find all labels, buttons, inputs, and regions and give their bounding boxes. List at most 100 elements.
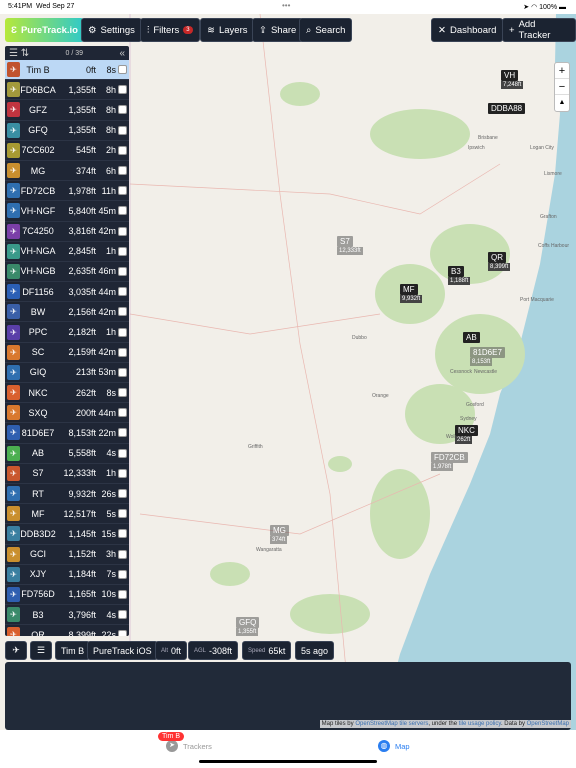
- tracker-checkbox[interactable]: [118, 347, 127, 357]
- settings-button[interactable]: ⚙ Settings: [81, 18, 142, 42]
- tracker-checkbox[interactable]: [118, 428, 127, 438]
- map-marker[interactable]: FD72CB 1,978ft: [431, 452, 468, 471]
- multitask-dots[interactable]: •••: [282, 1, 290, 10]
- tab-map[interactable]: ◍ Map: [378, 740, 410, 752]
- puretrack-logo-button[interactable]: Ɛ PureTrack.io: [5, 18, 84, 42]
- tracker-checkbox[interactable]: [118, 145, 127, 155]
- tracker-checkbox[interactable]: [118, 448, 127, 458]
- tracker-name: Tim B: [26, 64, 50, 75]
- tracker-checkbox[interactable]: [118, 105, 127, 115]
- map-marker[interactable]: AB: [463, 332, 480, 343]
- tracker-checkbox[interactable]: [118, 569, 127, 579]
- tracker-checkbox[interactable]: [118, 610, 127, 620]
- tracker-row[interactable]: ✈ DF1156 3,035ft 44m: [5, 282, 129, 303]
- tracker-checkbox[interactable]: [118, 509, 127, 519]
- tracker-checkbox[interactable]: [118, 307, 127, 317]
- tracker-row[interactable]: ✈ VH-NGA 2,845ft 1h: [5, 242, 129, 262]
- tracker-row[interactable]: ✈ 7C4250 3,816ft 42m: [5, 222, 129, 242]
- zoom-out-button[interactable]: −: [555, 79, 569, 95]
- tracker-row[interactable]: ✈ DDB3D2 1,145ft 15s: [5, 524, 129, 545]
- aircraft-icon: ✈: [7, 465, 20, 481]
- tracker-row[interactable]: ✈ GFQ 1,355ft 8h: [5, 121, 129, 141]
- tracker-row[interactable]: ✈ BW 2,156ft 42m: [5, 302, 129, 323]
- add-tracker-button[interactable]: + Add Tracker: [502, 18, 576, 42]
- map-marker[interactable]: MF 9,932ft: [400, 284, 423, 303]
- tracker-row[interactable]: ✈ SXQ 200ft 44m: [5, 403, 129, 424]
- tracker-checkbox[interactable]: [118, 549, 127, 559]
- tracker-checkbox[interactable]: [118, 246, 127, 256]
- tracker-row[interactable]: ✈ B3 3,796ft 4s: [5, 605, 129, 626]
- menu-icon[interactable]: ☰ ⇅: [9, 48, 29, 59]
- tracker-row[interactable]: ✈ FD72CB 1,978ft 11h: [5, 181, 129, 202]
- tracker-row[interactable]: ✈ 81D6E7 8,153ft 22m: [5, 423, 129, 444]
- place-label: Dubbo: [352, 335, 367, 341]
- tracker-checkbox[interactable]: [118, 65, 127, 75]
- map-marker[interactable]: S7 12,333ft: [337, 236, 363, 255]
- tracker-checkbox[interactable]: [118, 630, 127, 636]
- tracker-checkbox[interactable]: [118, 125, 127, 135]
- tracker-checkbox[interactable]: [118, 266, 127, 276]
- tracker-checkbox[interactable]: [118, 408, 127, 418]
- tracker-row[interactable]: ✈ NKC 262ft 8s: [5, 383, 129, 404]
- tracker-checkbox[interactable]: [118, 85, 127, 95]
- tracker-row[interactable]: ✈ FD756D 1,165ft 10s: [5, 585, 129, 606]
- tracker-age: 8h: [105, 125, 116, 136]
- collapse-icon[interactable]: «: [119, 48, 125, 59]
- tracker-checkbox[interactable]: [118, 226, 127, 236]
- aircraft-icon-button[interactable]: ✈: [5, 641, 27, 660]
- filters-button[interactable]: ⫶ Filters 3: [140, 18, 200, 42]
- map-marker[interactable]: NKC 262ft: [455, 425, 478, 444]
- tracker-row[interactable]: ✈ Tim B 0ft 8s: [5, 60, 129, 81]
- tracker-checkbox[interactable]: [118, 367, 127, 377]
- tracker-row[interactable]: ✈ S7 12,333ft 1h: [5, 464, 129, 484]
- share-button[interactable]: ⇪ Share: [252, 18, 304, 42]
- map-marker[interactable]: 81D6E7 8,153ft: [470, 347, 505, 366]
- tracker-name: DF1156: [22, 286, 54, 297]
- map-marker[interactable]: QR 8,399ft: [488, 252, 511, 271]
- tracker-checkbox[interactable]: [118, 166, 127, 176]
- tracker-row[interactable]: ✈ 7CC602 545ft 2h: [5, 141, 129, 161]
- tracker-row[interactable]: ✈ RT 9,932ft 26s: [5, 484, 129, 505]
- layers-button[interactable]: ≋ Layers: [200, 18, 255, 42]
- tracker-row[interactable]: ✈ MF 12,517ft 5s: [5, 504, 129, 525]
- aircraft-icon: ✈: [7, 385, 20, 401]
- tracker-row[interactable]: ✈ XJY 1,184ft 7s: [5, 565, 129, 585]
- tracker-row[interactable]: ✈ AB 5,558ft 4s: [5, 444, 129, 464]
- home-indicator[interactable]: [199, 760, 377, 763]
- tracker-checkbox[interactable]: [118, 186, 127, 196]
- tracker-row[interactable]: ✈ GIQ 213ft 53m: [5, 363, 129, 383]
- tracker-checkbox[interactable]: [118, 287, 127, 297]
- aircraft-icon: ✈: [7, 607, 20, 623]
- tracker-row[interactable]: ✈ GFZ 1,355ft 8h: [5, 100, 129, 121]
- map-marker[interactable]: VH 7,248ft: [501, 70, 524, 89]
- compass-button[interactable]: ▲: [555, 95, 569, 111]
- tracker-checkbox[interactable]: [118, 489, 127, 499]
- tracker-row[interactable]: ✈ QR 8,399ft 22s: [5, 625, 129, 636]
- map-marker[interactable]: DDBA88: [488, 103, 526, 114]
- map-marker[interactable]: B3 1,188ft: [448, 266, 471, 285]
- tracker-row[interactable]: ✈ VH-NGB 2,635ft 46m: [5, 262, 129, 283]
- dashboard-button[interactable]: ✕ Dashboard: [431, 18, 504, 42]
- tracker-row[interactable]: ✈ MG 374ft 6h: [5, 161, 129, 182]
- menu-button[interactable]: ☰: [30, 641, 52, 660]
- tracker-row[interactable]: ✈ GCI 1,152ft 3h: [5, 545, 129, 565]
- tracker-row[interactable]: ✈ SC 2,159ft 42m: [5, 343, 129, 363]
- tracker-row[interactable]: ✈ PPC 2,182ft 1h: [5, 322, 129, 343]
- tab-trackers[interactable]: ➤ Trackers Tim B: [158, 732, 212, 752]
- sort-icon[interactable]: ⇅: [21, 48, 29, 59]
- tracker-checkbox[interactable]: [118, 388, 127, 398]
- map-marker[interactable]: GFQ 1,355ft: [236, 617, 260, 636]
- tracker-checkbox[interactable]: [118, 468, 127, 478]
- map-marker[interactable]: MG 374ft: [270, 525, 289, 544]
- search-button[interactable]: ⌕ Search: [299, 18, 353, 42]
- tracker-row[interactable]: ✈ FD6BCA 1,355ft 8h: [5, 80, 129, 101]
- tracker-row[interactable]: ✈ VH-NGF 5,840ft 45m: [5, 201, 129, 222]
- aircraft-icon: ✈: [7, 506, 20, 522]
- zoom-in-button[interactable]: +: [555, 63, 569, 79]
- tracker-checkbox[interactable]: [118, 206, 127, 216]
- tracker-checkbox[interactable]: [118, 589, 127, 599]
- tracker-checkbox[interactable]: [118, 529, 127, 539]
- tracker-checkbox[interactable]: [118, 327, 127, 337]
- tracker-altitude: 3,816ft: [68, 226, 96, 237]
- aircraft-icon: ✈: [7, 566, 20, 582]
